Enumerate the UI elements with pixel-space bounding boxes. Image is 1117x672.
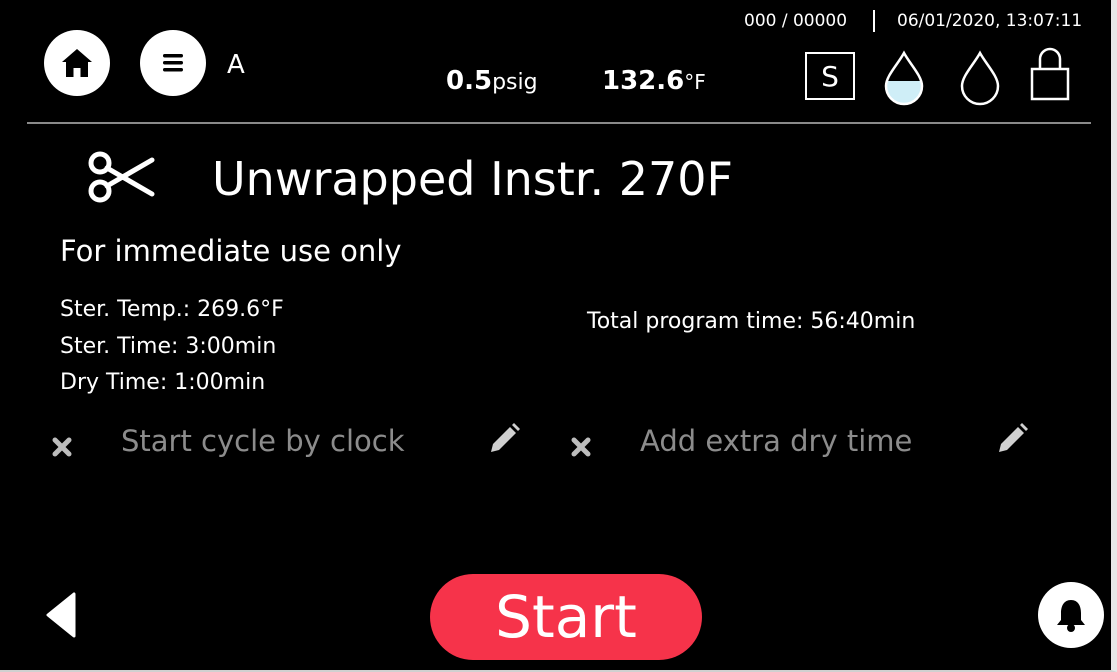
home-button[interactable] (44, 30, 110, 96)
header-divider (27, 122, 1091, 124)
start-button[interactable]: Start (430, 574, 702, 660)
program-title: Unwrapped Instr. 270F (212, 152, 733, 206)
dry-time: Dry Time: 1:00min (60, 370, 266, 395)
pressure-readout: 0.5psig (446, 66, 538, 96)
start-cycle-by-clock-label: Start cycle by clock (121, 424, 405, 458)
water-tank-partial-icon (884, 50, 924, 106)
user-label: A (227, 50, 245, 80)
start-cycle-by-clock-option[interactable]: Start cycle by clock (40, 420, 530, 470)
program-subtitle: For immediate use only (60, 234, 402, 268)
scissors-icon (88, 151, 155, 203)
temperature-value: 132.6 (602, 66, 685, 96)
add-extra-dry-time-option[interactable]: Add extra dry time (559, 420, 1049, 470)
pressure-unit: psig (492, 70, 538, 95)
datetime: 06/01/2020, 13:07:11 (897, 11, 1083, 31)
pressure-value: 0.5 (446, 66, 493, 96)
back-arrow-icon[interactable] (44, 590, 78, 640)
home-icon (62, 49, 92, 77)
alarm-button[interactable] (1038, 582, 1104, 648)
ster-temp: Ster. Temp.: 269.6°F (60, 297, 284, 322)
total-program-time: Total program time: 56:40min (587, 309, 916, 334)
pencil-icon[interactable] (995, 422, 1029, 456)
status-s-badge: S (805, 52, 855, 100)
water-drop-empty-icon (960, 50, 1000, 106)
cycle-counter: 000 / 00000 (744, 11, 848, 31)
x-icon (52, 437, 72, 457)
menu-icon (163, 54, 183, 72)
lock-icon (1030, 47, 1070, 101)
ster-time: Ster. Time: 3:00min (60, 334, 277, 359)
pencil-icon[interactable] (487, 422, 521, 456)
temperature-unit: °F (684, 70, 706, 94)
header-separator (873, 10, 875, 32)
add-extra-dry-time-label: Add extra dry time (640, 424, 913, 458)
menu-button[interactable] (140, 30, 206, 96)
temperature-readout: 132.6°F (602, 66, 706, 96)
screen: A 000 / 00000 06/01/2020, 13:07:11 0.5ps… (0, 0, 1117, 672)
bell-icon (1057, 600, 1085, 632)
x-icon (571, 437, 591, 457)
